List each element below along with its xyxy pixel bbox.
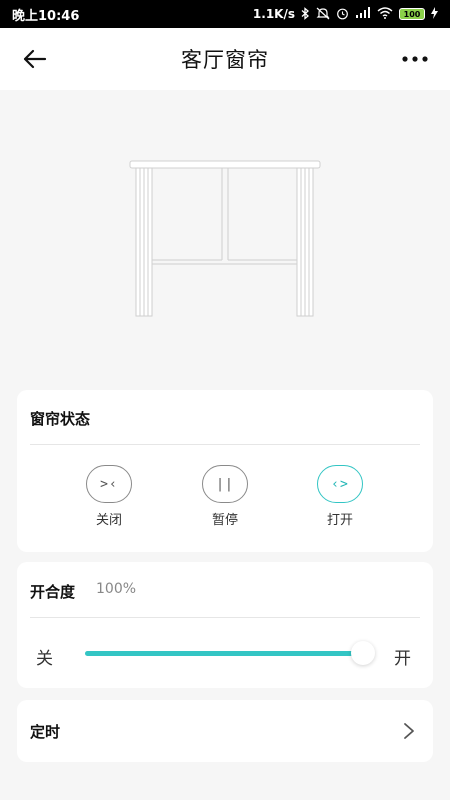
pause-label: 暂停	[211, 513, 238, 528]
open-curtain-icon: ‹>	[317, 465, 363, 503]
openness-card: 开合度 100% 关 开	[17, 562, 433, 688]
status-bar: 晚上10:46 1.1K/s 100	[0, 0, 450, 28]
wifi-icon	[377, 7, 393, 21]
status-icons: 1.1K/s 100	[252, 6, 438, 22]
bluetooth-icon	[301, 6, 310, 22]
divider	[30, 617, 420, 618]
pause-button[interactable]: || 暂停	[190, 465, 260, 528]
page-title: 客厅窗帘	[181, 48, 269, 72]
close-button[interactable]: >‹ 关闭	[74, 465, 144, 528]
close-label: 关闭	[95, 513, 122, 528]
openness-value: 100%	[96, 581, 137, 597]
curtain-status-title: 窗帘状态	[30, 410, 91, 428]
open-button[interactable]: ‹> 打开	[305, 465, 375, 528]
slider-thumb[interactable]	[351, 641, 375, 665]
curtain-illustration	[0, 90, 450, 382]
network-speed: 1.1K/s	[252, 7, 295, 21]
battery-icon: 100	[399, 8, 425, 20]
back-button[interactable]	[18, 42, 52, 76]
openness-slider[interactable]	[85, 641, 375, 665]
arrow-left-icon	[23, 49, 47, 69]
timer-row[interactable]: 定时	[17, 700, 433, 762]
more-dots-icon	[402, 56, 428, 62]
pause-icon: ||	[202, 465, 248, 503]
status-time: 晚上10:46	[12, 8, 80, 24]
charging-icon	[431, 7, 438, 21]
divider	[30, 444, 420, 445]
openness-title: 开合度	[30, 583, 76, 601]
timer-title: 定时	[30, 723, 61, 741]
open-label: 打开	[326, 513, 353, 528]
header: 客厅窗帘	[0, 28, 450, 90]
more-button[interactable]	[398, 42, 432, 76]
slider-min-label: 关	[36, 649, 53, 669]
signal-icon	[355, 7, 371, 21]
slider-fill	[85, 651, 355, 656]
chevron-right-icon	[404, 723, 414, 739]
alarm-icon	[336, 7, 349, 22]
slider-max-label: 开	[394, 649, 411, 669]
curtain-status-card: 窗帘状态 >‹ 关闭 || 暂停 ‹> 打开	[17, 390, 433, 552]
close-curtain-icon: >‹	[86, 465, 132, 503]
mute-icon	[316, 7, 330, 22]
